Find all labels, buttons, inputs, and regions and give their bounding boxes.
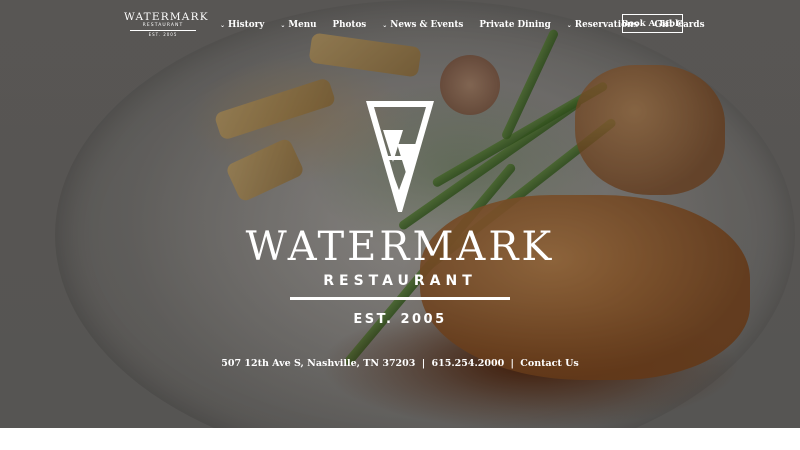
logo-divider [130,30,196,31]
separator: | [421,358,426,369]
contact-info: 507 12th Ave S, Nashville, TN 37203 | 61… [150,358,650,369]
nav-item-label: Private Dining [479,20,551,30]
chevron-down-icon: ⌄ [220,21,226,29]
chevron-down-icon: ⌄ [280,21,286,29]
hero-divider [290,297,510,300]
logo-established: EST. 2005 [148,32,178,37]
nav-item-menu[interactable]: ⌄ Menu [280,20,316,30]
contact-us-link[interactable]: Contact Us [520,358,578,369]
hero-brand-subtitle: RESTAURANT [323,273,477,289]
logo-title: WATERMARK [124,11,209,23]
nav-item-label: News & Events [390,20,464,30]
address-link[interactable]: 507 12th Ave S, Nashville, TN 37203 [221,358,415,369]
nav-item-label: History [228,20,265,30]
chevron-down-icon: ⌄ [382,21,388,29]
hero-established: EST. 2005 [353,312,447,327]
phone-link[interactable]: 615.254.2000 [431,358,504,369]
nav-item-label: Photos [332,20,367,30]
nav-item-private-dining[interactable]: Private Dining [479,20,550,30]
nav-item-photos[interactable]: Photos [333,20,367,30]
watermark-logo-icon [366,101,434,212]
nav-item-history[interactable]: ⌄ History [220,20,264,30]
separator: | [510,358,514,369]
logo-subtitle: RESTAURANT [142,23,184,28]
header-logo[interactable]: WATERMARK RESTAURANT EST. 2005 [124,11,209,38]
hero-banner: WATERMARK RESTAURANT EST. 2005 ⌄ History… [0,0,800,428]
nav-item-news-events[interactable]: ⌄ News & Events [382,20,463,30]
hero-brand-name: WATERMARK [245,224,555,270]
nav-item-label: Menu [288,20,317,30]
book-table-button[interactable]: Book A Table [621,14,684,33]
site-header: WATERMARK RESTAURANT EST. 2005 ⌄ History… [0,0,800,48]
chevron-down-icon: ⌄ [566,21,572,29]
